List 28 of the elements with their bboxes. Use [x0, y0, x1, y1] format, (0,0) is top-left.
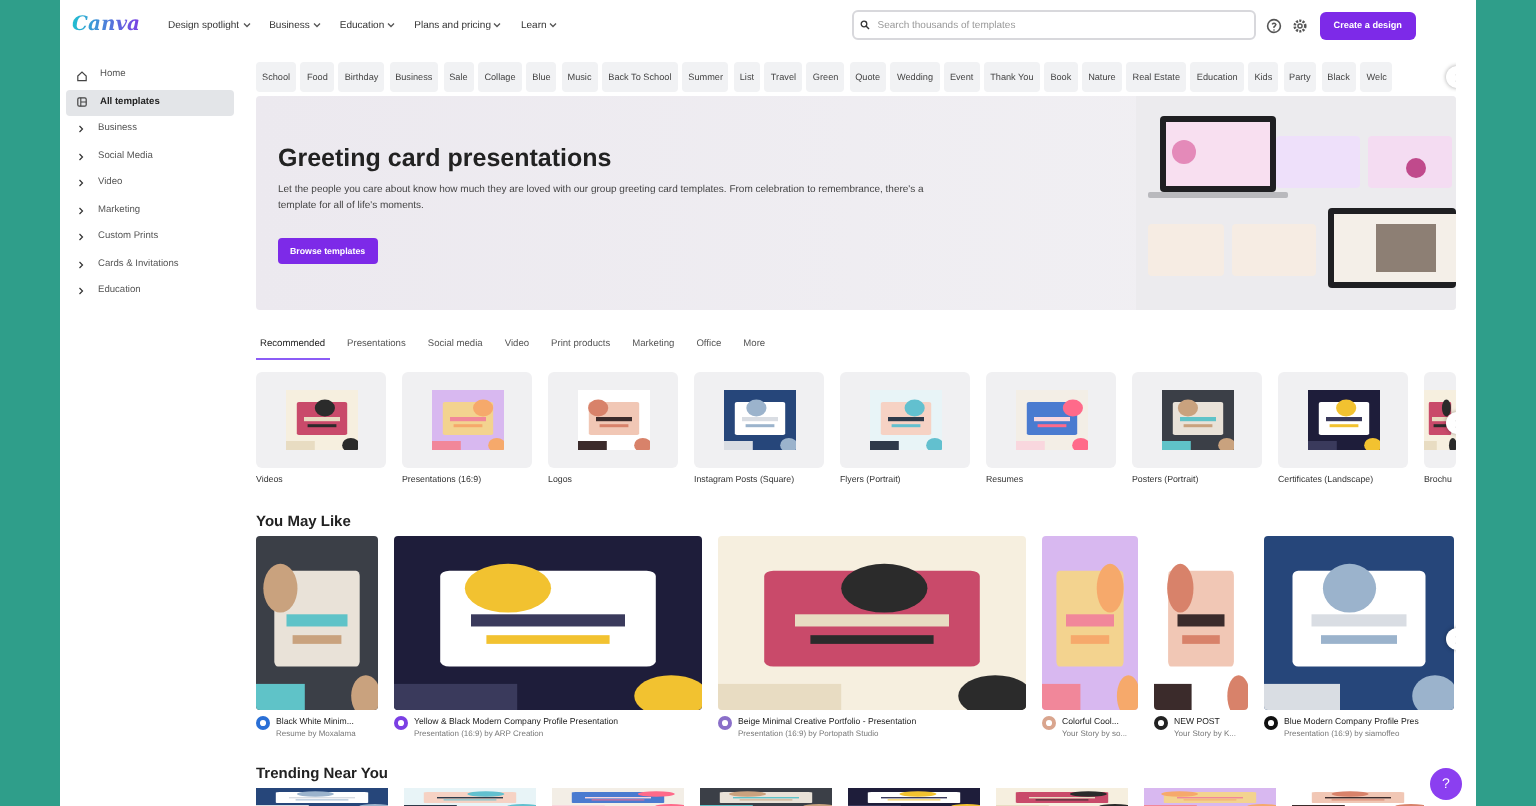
thumbnail-card[interactable] — [548, 372, 678, 468]
thumbnail-card[interactable] — [256, 372, 386, 468]
avatar-icon — [1154, 716, 1168, 730]
thumbnail-card[interactable] — [1278, 372, 1408, 468]
thumbnail-card[interactable] — [1132, 372, 1262, 468]
help-icon[interactable] — [1265, 17, 1282, 33]
thumbnail-card[interactable] — [402, 372, 532, 468]
avatar-icon — [1042, 716, 1056, 730]
hero-title: Greeting card presentations — [278, 144, 614, 172]
thumbnail-card[interactable] — [1424, 372, 1456, 468]
thumbnail-card[interactable] — [986, 372, 1116, 468]
caret-icon — [548, 20, 559, 30]
settings-icon[interactable] — [1291, 17, 1308, 33]
caret-icon — [241, 20, 252, 30]
gear-icon — [1291, 17, 1308, 33]
caret-icon — [492, 20, 503, 30]
avatar-icon — [256, 716, 270, 730]
caret-icon — [311, 20, 322, 30]
thumbnail-card[interactable] — [840, 372, 970, 468]
help-circle-icon — [1265, 17, 1282, 33]
logo[interactable]: Canva — [72, 14, 140, 36]
avatar-icon — [1264, 716, 1278, 730]
caret-icon — [386, 20, 397, 30]
avatar-icon — [718, 716, 732, 730]
home-icon — [76, 69, 88, 82]
templates-icon — [76, 96, 88, 109]
thumbnail-card[interactable] — [694, 372, 824, 468]
avatar-icon — [394, 716, 408, 730]
